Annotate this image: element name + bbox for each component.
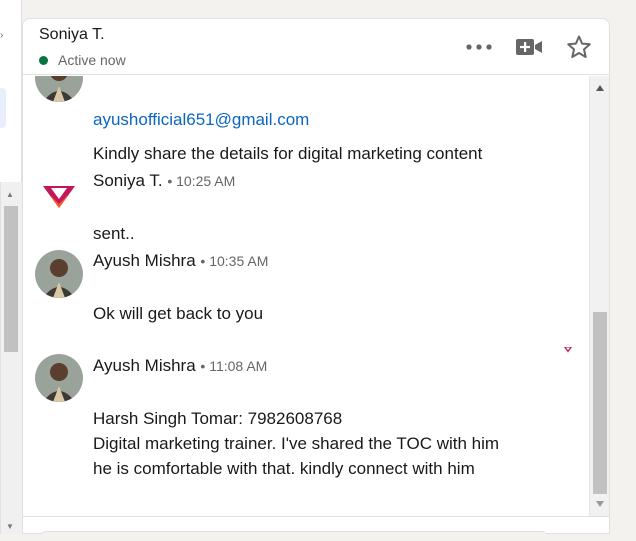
avatar[interactable] [35,76,83,102]
read-receipt-icon [564,347,572,353]
star-icon [567,35,591,58]
presence-status: Active now [39,52,126,68]
video-call-button[interactable] [513,31,545,63]
message-text: sent.. [93,224,135,243]
avatar[interactable] [35,250,83,298]
company-logo-icon [43,186,75,208]
star-button[interactable] [563,31,595,63]
message-time: • 10:25 AM [167,173,236,189]
left-panel-highlight [0,88,6,128]
scroll-down-icon[interactable] [595,500,605,508]
sender-line: Ayush Mishra • 11:08 AM [93,356,267,376]
chat-header: Soniya T. Active now [23,19,609,75]
left-scroll-thumb[interactable] [4,206,18,352]
left-panel-edge: › ▲ ▼ [0,0,22,534]
message-text: he is comfortable with that. kindly conn… [93,459,475,478]
avatar[interactable] [35,354,83,402]
compose-box-edge[interactable] [39,531,549,541]
message-time: • 10:35 AM [200,253,269,269]
more-options-button[interactable] [463,31,495,63]
status-text: Active now [58,52,126,68]
chat-window: Soniya T. Active now ayushofficial651@gm… [22,18,610,541]
message-text: Harsh Singh Tomar: 7982608768 [93,409,343,428]
profile-photo-icon [35,76,83,102]
scroll-thumb[interactable] [593,312,607,494]
divider [23,516,609,517]
left-scroll-down-icon[interactable]: ▼ [6,522,14,531]
message-scrollbar[interactable] [589,76,609,516]
online-dot-icon [39,55,48,65]
contact-name[interactable]: Soniya T. [39,26,105,44]
left-panel-glyph: › [0,30,4,41]
left-scroll-up-icon[interactable]: ▲ [6,190,14,199]
message-text: Digital marketing trainer. I've shared t… [93,434,500,453]
sender-name[interactable]: Ayush Mishra [93,251,196,270]
sender-line: Soniya T. • 10:25 AM [93,171,235,191]
message-text: Ok will get back to you [93,304,264,323]
email-link[interactable]: ayushofficial651@gmail.com [93,107,309,132]
sender-line: Ayush Mishra • 10:35 AM [93,251,268,271]
sender-name[interactable]: Ayush Mishra [93,356,196,375]
company-logo-avatar[interactable] [35,174,83,222]
profile-photo-icon [35,250,83,298]
message-time: • 11:08 AM [200,358,268,374]
message-list: ayushofficial651@gmail.com Kindly share … [23,76,587,516]
more-options-icon [466,44,492,50]
video-call-icon [516,39,542,55]
scroll-up-icon[interactable] [595,84,605,92]
sender-name[interactable]: Soniya T. [93,171,163,190]
profile-photo-icon [35,354,83,402]
message-text: Kindly share the details for digital mar… [93,144,483,163]
